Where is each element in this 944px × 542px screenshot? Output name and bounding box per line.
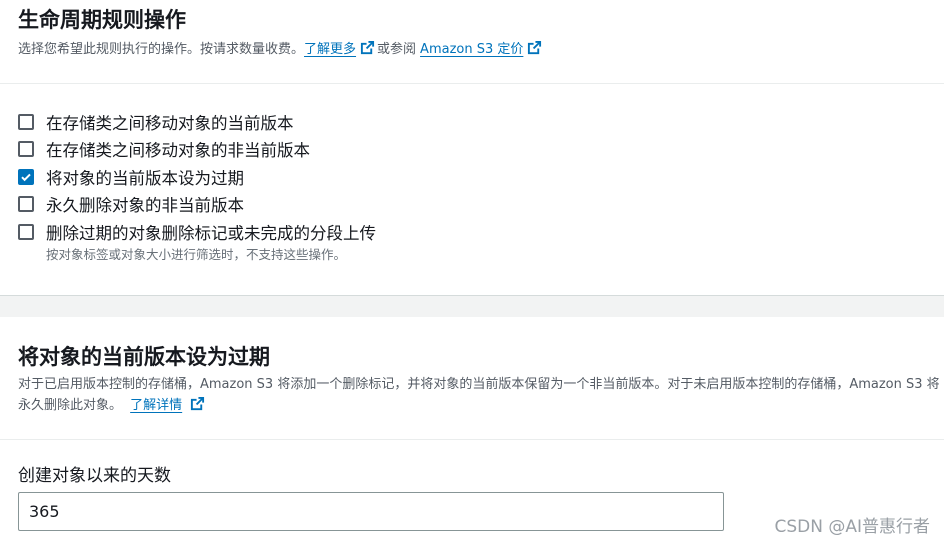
external-link-icon[interactable] <box>527 40 542 55</box>
checkbox[interactable] <box>18 196 34 213</box>
lifecycle-actions-checklist: 在存储类之间移动对象的当前版本 在存储类之间移动对象的非当前版本 将对象的当前版… <box>18 108 918 263</box>
checkmark-icon <box>21 173 31 181</box>
watermark: CSDN @AI普惠行者 <box>774 517 930 537</box>
or-see-text: 或参阅 <box>377 42 417 57</box>
days-field-label: 创建对象以来的天数 <box>18 466 171 486</box>
external-link-icon[interactable] <box>360 40 375 55</box>
lifecycle-actions-header: 生命周期规则操作 选择您希望此规则执行的操作。按请求数量收费。 了解更多 或参阅… <box>0 0 944 84</box>
action-label: 删除过期的对象删除标记或未完成的分段上传 <box>46 223 376 243</box>
expire-current-version-title: 将对象的当前版本设为过期 <box>18 345 270 369</box>
action-checkbox-row[interactable]: 永久删除对象的非当前版本 <box>18 191 918 219</box>
action-checkbox-row[interactable]: 在存储类之间移动对象的非当前版本 <box>18 136 918 164</box>
action-checkbox-row[interactable]: 在存储类之间移动对象的当前版本 <box>18 108 918 136</box>
action-label: 在存储类之间移动对象的非当前版本 <box>46 141 310 161</box>
action-checkbox-row[interactable]: 将对象的当前版本设为过期 <box>18 163 918 191</box>
action-label: 永久删除对象的非当前版本 <box>46 196 244 216</box>
external-link-icon[interactable] <box>190 396 205 411</box>
learn-details-link[interactable]: 了解详情 <box>130 398 182 413</box>
expire-current-version-description: 对于已启用版本控制的存储桶，Amazon S3 将添加一个删除标记，并将对象的当… <box>18 374 942 416</box>
checkbox[interactable] <box>18 141 34 158</box>
expire-current-version-header: 将对象的当前版本设为过期 对于已启用版本控制的存储桶，Amazon S3 将添加… <box>0 317 944 440</box>
checkbox-checked[interactable] <box>18 168 34 185</box>
lifecycle-actions-title: 生命周期规则操作 <box>18 8 186 32</box>
action-label: 在存储类之间移动对象的当前版本 <box>46 113 294 133</box>
pricing-link[interactable]: Amazon S3 定价 <box>420 38 523 57</box>
days-input[interactable] <box>18 492 724 531</box>
learn-more-link[interactable]: 了解更多 <box>304 38 356 57</box>
action-label: 将对象的当前版本设为过期 <box>46 168 244 188</box>
section-divider <box>0 295 944 317</box>
action-hint: 按对象标签或对象大小进行筛选时，不支持这些操作。 <box>46 246 347 262</box>
checkbox[interactable] <box>18 113 34 130</box>
lifecycle-actions-description: 选择您希望此规则执行的操作。按请求数量收费。 了解更多 或参阅 Amazon S… <box>18 38 544 57</box>
description-text: 选择您希望此规则执行的操作。按请求数量收费。 <box>18 42 305 57</box>
action-checkbox-row[interactable]: 删除过期的对象删除标记或未完成的分段上传 <box>18 218 918 246</box>
lifecycle-rule-page: 生命周期规则操作 选择您希望此规则执行的操作。按请求数量收费。 了解更多 或参阅… <box>0 0 944 542</box>
checkbox[interactable] <box>18 223 34 240</box>
